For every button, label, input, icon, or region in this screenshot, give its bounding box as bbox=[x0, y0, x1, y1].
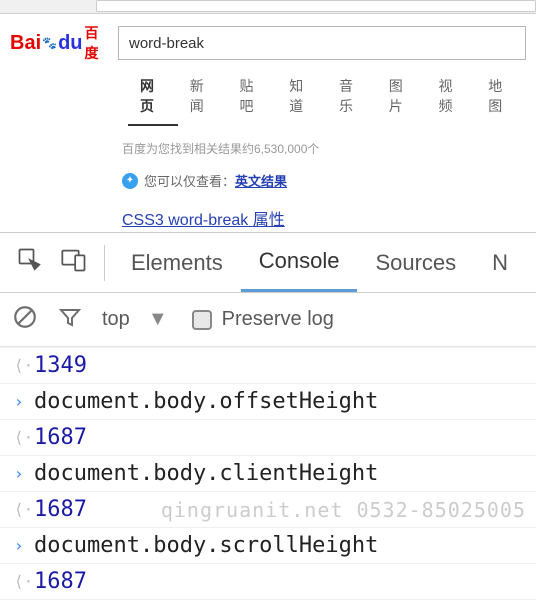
console-row: ⟨· 1687 qingruanit.net 0532-85025005 bbox=[0, 492, 536, 528]
console-command: document.body.offsetHeight bbox=[34, 389, 378, 414]
console-row: ⟨· 1687 bbox=[0, 564, 536, 600]
logo-cn: 百度 bbox=[85, 23, 110, 63]
hint-prefix: 您可以仅查看： bbox=[144, 171, 235, 190]
devtools-panel: Elements Console Sources N top ▼ Preserv… bbox=[0, 232, 536, 616]
url-bar[interactable] bbox=[96, 0, 536, 12]
console-command: document.body.clientHeight bbox=[34, 461, 378, 486]
search-input[interactable]: word-break bbox=[118, 26, 526, 60]
baidu-logo[interactable]: Bai🐾du百度 bbox=[10, 26, 110, 60]
english-results-link[interactable]: 英文结果 bbox=[235, 171, 287, 190]
output-arrow-icon: ⟨· bbox=[14, 428, 34, 447]
devtools-tabs: Elements Console Sources N bbox=[0, 233, 536, 293]
console-row: › document.body.scrollHeight bbox=[0, 528, 536, 564]
search-header: Bai🐾du百度 word-break bbox=[0, 14, 536, 68]
console-row: ⟨· 1349 bbox=[0, 347, 536, 384]
language-hint: ✦ 您可以仅查看： 英文结果 bbox=[122, 171, 526, 190]
tab-more[interactable]: N bbox=[474, 233, 526, 292]
tab-sources[interactable]: Sources bbox=[357, 233, 474, 292]
device-toggle-icon[interactable] bbox=[60, 246, 88, 280]
result-count: 百度为您找到相关结果约6,530,000个 bbox=[122, 140, 526, 157]
input-arrow-icon: › bbox=[14, 392, 34, 411]
console-row: › document.body.clientHeight bbox=[0, 456, 536, 492]
inspect-icon[interactable] bbox=[16, 246, 44, 280]
clear-console-icon[interactable] bbox=[12, 304, 38, 336]
title-pre: CSS3 bbox=[122, 212, 168, 229]
title-post: 属性 bbox=[253, 212, 285, 229]
input-arrow-icon: › bbox=[14, 464, 34, 483]
console-output[interactable]: ⟨· 1349 › document.body.offsetHeight ⟨· … bbox=[0, 347, 536, 616]
tab-video[interactable]: 视频 bbox=[427, 68, 477, 126]
tab-web[interactable]: 网页 bbox=[128, 68, 178, 126]
preserve-log-checkbox[interactable] bbox=[192, 310, 212, 330]
title-keyword: word-break bbox=[168, 212, 252, 229]
tab-console[interactable]: Console bbox=[241, 233, 358, 292]
category-tabs: 网页 新闻 贴吧 知道 音乐 图片 视频 地图 bbox=[0, 68, 536, 126]
console-value: 1687 bbox=[34, 569, 87, 594]
filter-icon[interactable] bbox=[58, 305, 82, 335]
console-value: 1687 bbox=[34, 425, 87, 450]
tab-image[interactable]: 图片 bbox=[377, 68, 427, 126]
tab-elements[interactable]: Elements bbox=[113, 233, 241, 292]
logo-part-bai: Bai bbox=[10, 32, 41, 55]
output-arrow-icon: ⟨· bbox=[14, 500, 34, 519]
tab-zhidao[interactable]: 知道 bbox=[277, 68, 327, 126]
paw-icon: 🐾 bbox=[42, 36, 57, 50]
context-selector[interactable]: top ▼ bbox=[102, 308, 168, 331]
context-label: top bbox=[102, 308, 130, 331]
chevron-down-icon: ▼ bbox=[148, 308, 168, 331]
output-arrow-icon: ⟨· bbox=[14, 356, 34, 375]
result-1-title[interactable]: CSS3 word-break 属性 bbox=[122, 206, 285, 230]
console-row: › document.body.offsetHeight bbox=[0, 384, 536, 420]
input-arrow-icon: › bbox=[14, 536, 34, 555]
divider bbox=[104, 245, 105, 281]
console-value: 1687 bbox=[34, 497, 87, 522]
console-row: ⟨· 1687 bbox=[0, 420, 536, 456]
tab-music[interactable]: 音乐 bbox=[327, 68, 377, 126]
tab-news[interactable]: 新闻 bbox=[178, 68, 228, 126]
logo-part-du: du bbox=[58, 32, 82, 55]
console-toolbar: top ▼ Preserve log bbox=[0, 293, 536, 347]
tab-map[interactable]: 地图 bbox=[476, 68, 526, 126]
tab-tieba[interactable]: 贴吧 bbox=[228, 68, 278, 126]
output-arrow-icon: ⟨· bbox=[14, 572, 34, 591]
watermark-text: qingruanit.net 0532-85025005 bbox=[161, 498, 526, 522]
search-query-text: word-break bbox=[129, 35, 204, 52]
browser-chrome-top bbox=[0, 0, 536, 14]
console-value: 1349 bbox=[34, 353, 87, 378]
preserve-log-label: Preserve log bbox=[222, 308, 334, 331]
globe-icon: ✦ bbox=[122, 173, 138, 189]
console-command: document.body.scrollHeight bbox=[34, 533, 378, 558]
